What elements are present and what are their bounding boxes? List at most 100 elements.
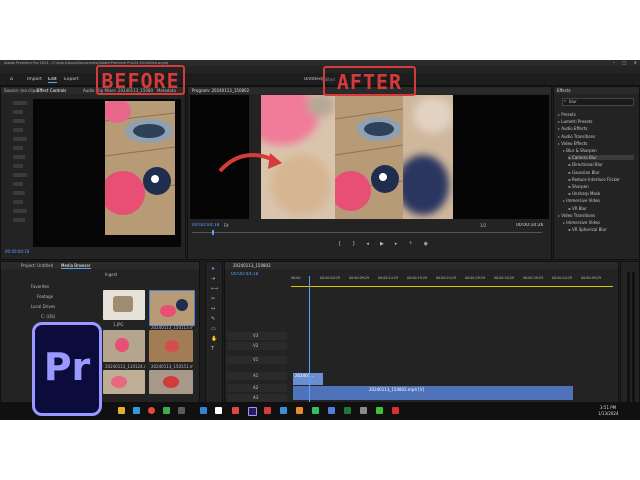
taskbar-app-11-icon[interactable] [280, 407, 287, 414]
search-icon: ⌕ [564, 98, 567, 103]
taskbar-chrome-icon[interactable] [148, 407, 155, 414]
project-title: Untitled [304, 77, 322, 82]
effects-item[interactable]: ▸ Audio Transitions [558, 134, 595, 139]
effects-item[interactable]: ▸ Immersive Video [563, 198, 600, 203]
program-scrubber[interactable] [192, 232, 542, 233]
clock-date[interactable]: 1/13/2024 [598, 411, 619, 416]
effects-item[interactable]: ▸ Lumetri Presets [558, 119, 592, 124]
taskbar-app-6-icon[interactable] [200, 407, 207, 414]
mark-out-icon[interactable]: } [352, 241, 355, 249]
effects-item[interactable]: ▪ VR Blur [568, 206, 587, 211]
tab-effect-controls[interactable]: Effect Controls [37, 88, 66, 93]
media-thumb-2[interactable] [149, 290, 195, 326]
effects-item[interactable]: ▸ Immersive Video [563, 220, 600, 225]
track-header[interactable]: V2 [227, 342, 287, 350]
taskbar-app-5-icon[interactable] [178, 407, 185, 414]
effects-item[interactable]: ▸ Video Effects [558, 141, 587, 146]
ingest-checkbox[interactable]: Ingest [105, 272, 117, 277]
effects-item[interactable]: ▪ Gaussian Blur [568, 170, 600, 175]
export-frame-icon[interactable]: ◉ [424, 241, 428, 249]
tree-item-c-drive[interactable]: C: (OS) [41, 314, 55, 319]
slip-tool-icon[interactable]: ↔ [211, 306, 217, 312]
effects-item[interactable]: ▸ Blur & Sharpen [563, 148, 597, 153]
effects-item-label: Lumetri Presets [561, 119, 593, 125]
ruler-tick-label: 00:00:19:29 [407, 276, 428, 280]
taskbar-app-2-icon[interactable] [133, 407, 140, 414]
taskbar-app-8-icon[interactable] [232, 407, 239, 414]
timeline-playhead[interactable] [309, 276, 310, 420]
media-thumb-5[interactable] [103, 370, 145, 394]
tree-item-footage[interactable]: Footage [37, 294, 53, 299]
taskbar-app-15-icon[interactable] [344, 407, 351, 414]
work-area-bar[interactable] [291, 286, 613, 287]
effects-item[interactable]: ▪ VR Spherical Blur [568, 227, 607, 232]
tab-media-browser[interactable]: Media Browser [61, 263, 91, 269]
effect-controls-panel: Source: (no clips) Effect Controls Audio… [0, 86, 186, 295]
media-thumb-1[interactable] [103, 290, 145, 320]
annotation-arrow-icon [218, 153, 282, 173]
step-back-icon[interactable]: ◂ [366, 241, 369, 249]
program-playhead[interactable] [212, 230, 214, 235]
favorites-label[interactable]: Favorites [31, 284, 49, 289]
hand-tool-icon[interactable]: ✋ [211, 336, 217, 342]
media-thumb-3[interactable] [103, 330, 145, 362]
taskbar-app-17-icon[interactable] [376, 407, 383, 414]
clip-v1[interactable]: 20240113_150802.mp4 [V] [293, 386, 573, 400]
taskbar-app-7-icon[interactable] [215, 407, 222, 414]
selection-tool-icon[interactable]: ➤ [211, 266, 217, 272]
tab-project[interactable]: Project: Untitled [21, 263, 53, 268]
taskbar-app-16-icon[interactable] [360, 407, 367, 414]
home-icon[interactable]: ⌂ [10, 76, 13, 82]
effects-item[interactable]: ▪ Unsharp Mask [568, 191, 600, 196]
taskbar-app-12-icon[interactable] [296, 407, 303, 414]
effects-item[interactable]: ▸ Video Transitions [558, 213, 595, 218]
effects-item[interactable]: ▸ Audio Effects [558, 126, 588, 131]
track-header[interactable]: V3 [227, 332, 287, 340]
media-thumb-4[interactable] [149, 330, 193, 362]
tab-import[interactable]: Import [27, 77, 42, 82]
track-header[interactable]: V1 [227, 356, 287, 364]
track-header[interactable]: A1 [227, 372, 287, 380]
track-header[interactable]: A3 [227, 394, 287, 402]
local-drives-label[interactable]: Local Drives [31, 304, 55, 309]
taskbar-app-14-icon[interactable] [328, 407, 335, 414]
program-fit[interactable]: Fit [224, 223, 229, 228]
tab-edit[interactable]: Edit [48, 77, 57, 83]
track-header[interactable]: A2 [227, 384, 287, 392]
effects-search-input[interactable]: blur ⌕ [562, 98, 634, 106]
play-icon[interactable]: ▶ [380, 241, 384, 249]
effects-item[interactable]: ▪ Directional Blur [568, 162, 603, 167]
sequence-name[interactable]: 20240113_150802 [233, 263, 271, 268]
effects-item[interactable]: ▪ Reduce Interlace Flicker [568, 177, 620, 182]
effects-item[interactable]: ▪ Sharpen [568, 184, 589, 189]
clip-v2[interactable]: 202401... [293, 373, 323, 385]
ruler-tick-label: 00:00:04:29 [320, 276, 341, 280]
timeline-ruler[interactable]: 00:00 00:00:04:29 00:00:09:29 00:00:14:29 00… [291, 276, 613, 284]
project-tabs: Project: Untitled Media Browser [1, 262, 199, 269]
after-sharp-frame [335, 95, 403, 219]
lift-icon[interactable]: ⇡ [408, 241, 412, 249]
mark-in-icon[interactable]: { [338, 241, 341, 249]
taskbar-app-13-icon[interactable] [312, 407, 319, 414]
ripple-edit-icon[interactable]: ⟷ [211, 286, 218, 292]
effects-item[interactable]: ▸ Presets [558, 112, 576, 117]
step-forward-icon[interactable]: ▸ [395, 241, 398, 249]
taskbar-app-10-icon[interactable] [264, 407, 271, 414]
program-quality[interactable]: 1/2 [480, 223, 486, 228]
razor-tool-icon[interactable]: ✂ [211, 296, 217, 302]
tab-export[interactable]: Export [64, 77, 79, 82]
rectangle-tool-icon[interactable]: ▭ [211, 326, 217, 332]
clock-time[interactable]: 3:51 PM [600, 405, 616, 410]
track-label: A2 [253, 385, 259, 390]
taskbar-premiere-icon[interactable] [248, 407, 257, 416]
tab-source[interactable]: Source: (no clips) [4, 88, 39, 93]
track-select-icon[interactable]: ⇥ [211, 276, 217, 282]
effects-item[interactable]: ▪ Camera Blur [568, 155, 634, 161]
taskbar-app-18-icon[interactable] [392, 407, 399, 414]
media-thumb-6[interactable] [149, 370, 193, 394]
pen-tool-icon[interactable]: ✎ [211, 316, 217, 322]
taskbar-app-4-icon[interactable] [163, 407, 170, 414]
clip-v2-label: 202401... [295, 373, 315, 378]
taskbar-app-1-icon[interactable] [118, 407, 125, 414]
type-tool-icon[interactable]: T [211, 346, 217, 352]
